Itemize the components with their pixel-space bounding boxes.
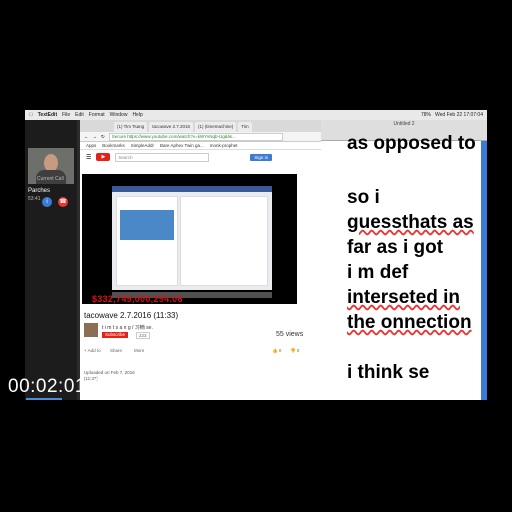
info-icon[interactable]: i — [42, 197, 52, 207]
upload-date: Uploaded on Feb 7, 2016 — [84, 370, 135, 375]
view-count: 55 views — [276, 331, 304, 338]
doc-line-4: far as i got — [347, 237, 444, 258]
channel-name[interactable]: t i m t s a n g / 习楠 se. — [102, 324, 153, 331]
menubar-status: 78% Wed Feb 22 17:07:04 — [421, 112, 487, 118]
tab-tim[interactable]: Tim — [238, 122, 252, 132]
doc-line-5: i m def — [347, 262, 409, 283]
menu-format[interactable]: Format — [89, 112, 105, 118]
menu-edit[interactable]: Edit — [75, 112, 84, 118]
desktop-screen:  TextEdit File Edit Format Window Help … — [25, 110, 487, 400]
post-image — [120, 210, 174, 240]
end-call-icon[interactable]: ☎ — [58, 197, 68, 207]
reload-icon[interactable]: ↻ — [101, 134, 105, 140]
bookmark-monk[interactable]: monk-prophet — [210, 143, 238, 148]
forward-icon[interactable]: → — [93, 134, 98, 139]
menu-app-name[interactable]: TextEdit — [38, 112, 57, 118]
battery-status[interactable]: 78% — [421, 112, 431, 118]
screen-recording-frame — [112, 186, 272, 290]
menu-help[interactable]: Help — [132, 112, 142, 118]
bookmarks-bar: Apps Bookmarks SimpleAddr Bare Aphex Twi… — [80, 142, 345, 150]
facebook-sidebar — [180, 196, 268, 286]
menubar-clock[interactable]: Wed Feb 22 17:07:04 — [435, 112, 483, 118]
add-to-button[interactable]: + Add to — [84, 348, 101, 353]
doc-line-6: interseted in — [347, 287, 460, 308]
textedit-document[interactable]: as opposed to so i guessthats as far as … — [321, 133, 481, 400]
document-title: Untitled 2 — [393, 121, 415, 127]
overlay-counter: $332,749,000,294.06 — [92, 294, 183, 304]
dislike-button[interactable]: 👎 0 — [290, 348, 299, 354]
dislike-count: 0 — [296, 348, 300, 353]
video-player[interactable]: $332,749,000,294.06 — [82, 174, 297, 304]
more-button[interactable]: More — [134, 348, 144, 353]
tab-timemachine[interactable]: (1) (timemachine) — [194, 122, 237, 132]
doc-line-2: so i — [347, 187, 380, 208]
youtube-header: ☰ ▶ Search Sign in — [80, 150, 345, 164]
bookmark-bookmarks[interactable]: Bookmarks — [102, 143, 125, 148]
tab-strip: (1) Tim Tsang tacowave 2.7.2016 (1) (tim… — [80, 120, 345, 132]
address-bar: ← → ↻ Secure https://www.youtube.com/wat… — [80, 132, 345, 142]
mac-menubar:  TextEdit File Edit Format Window Help … — [25, 110, 487, 120]
facetime-panel: Current Call Parches 53:41 i ☎ — [25, 120, 77, 400]
like-button[interactable]: 👍 0 — [272, 348, 281, 354]
menu-file[interactable]: File — [62, 112, 70, 118]
search-input[interactable]: Search — [115, 152, 210, 162]
tab-facebook[interactable]: (1) Tim Tsang — [114, 122, 148, 132]
browser-window: (1) Tim Tsang tacowave 2.7.2016 (1) (tim… — [80, 120, 345, 400]
doc-line-1: as opposed to — [347, 133, 476, 154]
menu-window[interactable]: Window — [110, 112, 128, 118]
back-icon[interactable]: ← — [84, 134, 89, 139]
editor-scrollbar[interactable] — [481, 141, 487, 400]
call-duration: 53:41 — [28, 196, 41, 202]
facebook-topbar — [112, 186, 272, 192]
current-call-label: Current Call — [37, 176, 64, 182]
bookmark-simpleaddr[interactable]: SimpleAddr — [131, 143, 154, 148]
like-count: 0 — [278, 348, 282, 353]
caller-name: Parches — [28, 188, 51, 194]
youtube-logo-icon[interactable]: ▶ — [96, 153, 111, 161]
bookmark-aphex[interactable]: Bare Aphex Twin ga... — [160, 143, 204, 148]
url-field[interactable]: Secure https://www.youtube.com/watch?v=k… — [108, 132, 283, 141]
playback-indicator — [26, 398, 62, 400]
hamburger-icon[interactable]: ☰ — [86, 154, 91, 161]
channel-avatar[interactable] — [84, 323, 98, 337]
subscriber-count: 223 — [136, 332, 150, 339]
doc-line-3: guessthats as — [347, 212, 474, 233]
video-title: tacowave 2.7.2016 (11:33) — [84, 311, 179, 320]
doc-line-9: i think se — [347, 362, 430, 383]
bookmark-apps[interactable]: Apps — [86, 143, 96, 148]
doc-line-7: the onnection — [347, 312, 472, 333]
share-button[interactable]: Share — [110, 348, 122, 353]
apple-menu-icon[interactable]:  — [29, 112, 33, 118]
video-timecode: 00:02:01;24 — [8, 376, 114, 397]
subscribe-button[interactable]: Subscribe — [102, 332, 129, 338]
tab-youtube[interactable]: tacowave 2.7.2016 — [149, 122, 193, 132]
sign-in-button[interactable]: Sign in — [250, 153, 273, 161]
